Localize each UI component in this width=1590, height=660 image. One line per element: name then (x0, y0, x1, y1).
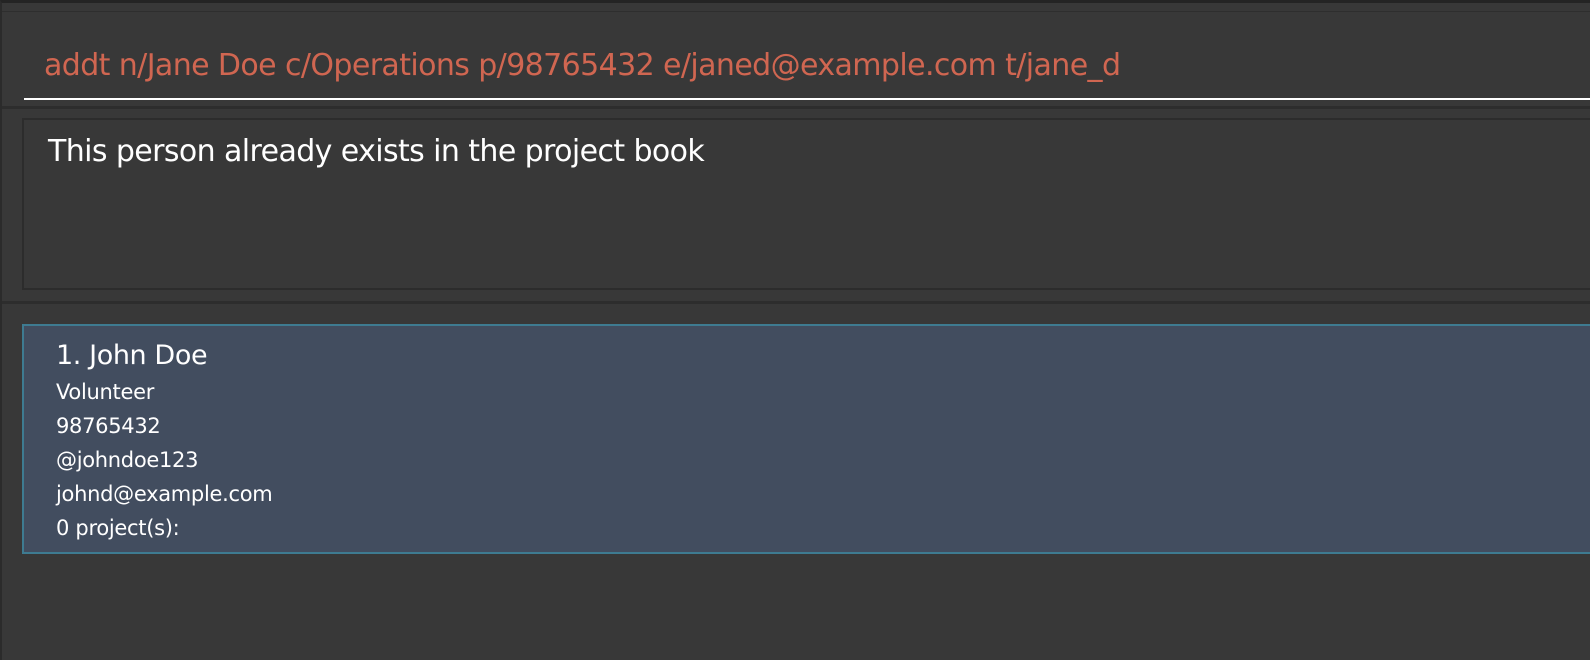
main-window: This person already exists in the projec… (0, 0, 1590, 660)
person-list-panel: 1. John Doe Volunteer 98765432 @johndoe1… (2, 304, 1590, 660)
result-display: This person already exists in the projec… (22, 118, 1590, 290)
command-box-pane (2, 11, 1590, 106)
person-phone: 98765432 (56, 414, 161, 438)
person-telegram: @johndoe123 (56, 448, 199, 472)
person-email: johnd@example.com (56, 482, 273, 506)
person-projects: 0 project(s): (56, 516, 180, 540)
command-input[interactable] (24, 34, 1590, 100)
pane-divider[interactable] (2, 106, 1590, 109)
person-card[interactable]: 1. John Doe Volunteer 98765432 @johndoe1… (22, 324, 1590, 554)
person-name: 1. John Doe (56, 340, 208, 371)
result-message: This person already exists in the projec… (48, 134, 705, 169)
person-role: Volunteer (56, 380, 155, 404)
